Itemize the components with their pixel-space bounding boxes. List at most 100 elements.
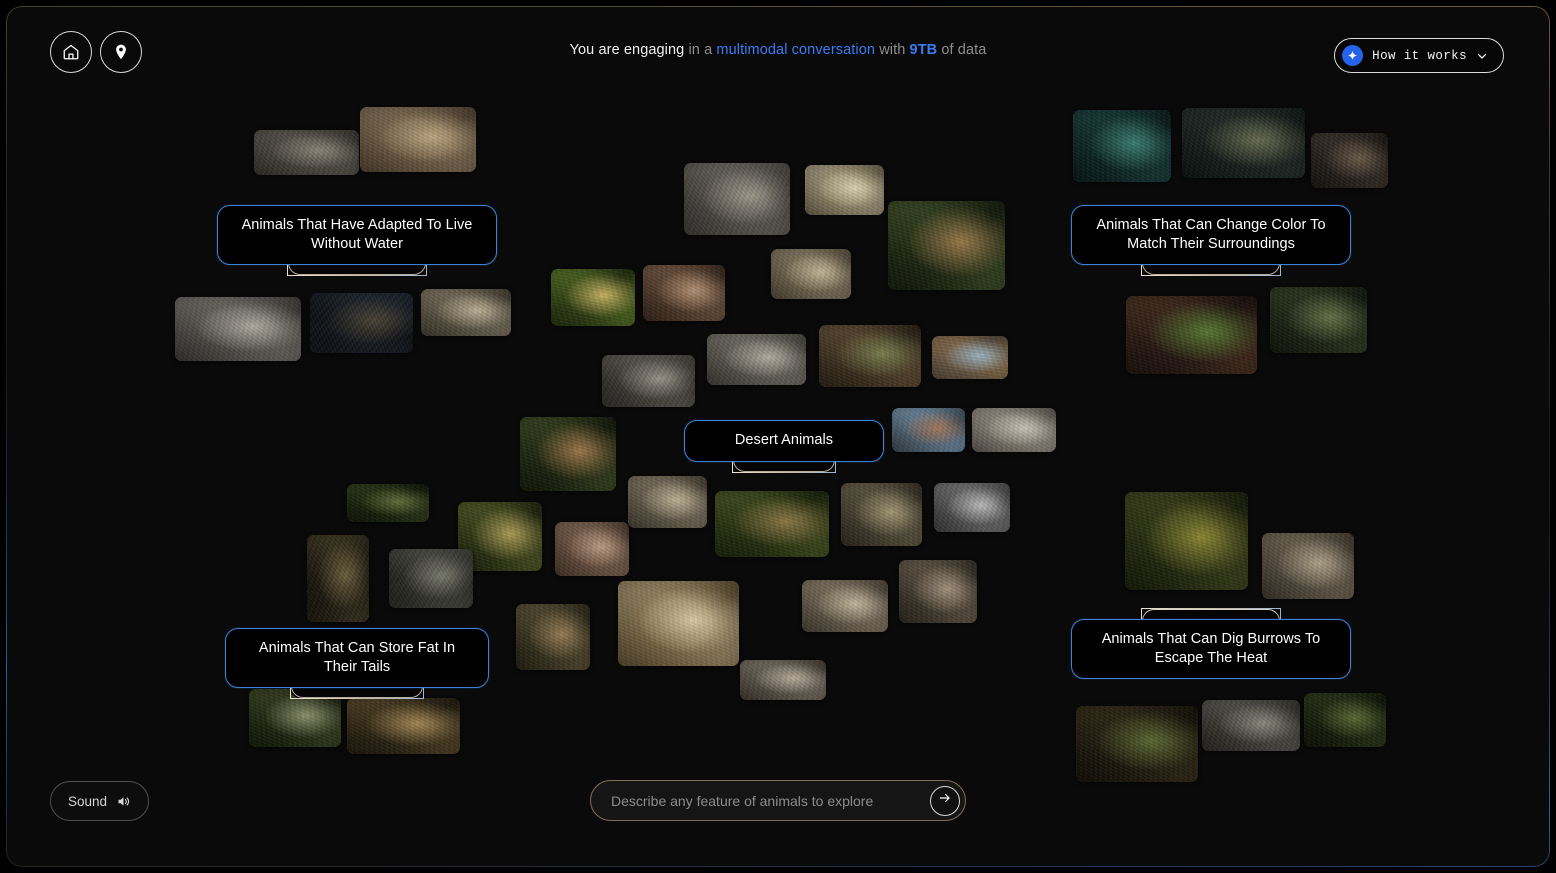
photo-tile-antelope-dusk-horizon[interactable] [310, 293, 413, 353]
photo-tile-fox-standing-field[interactable] [516, 604, 590, 670]
photo-tile-desert-toad-tracks[interactable] [805, 165, 884, 215]
photo-tile-gila-monster[interactable] [643, 265, 725, 321]
photo-tile-tortoise-scrub[interactable] [819, 325, 921, 387]
photo-tile-fat-tailed-sheep[interactable] [347, 698, 460, 754]
photo-vignette [1262, 533, 1354, 599]
photo-tile-snake-in-logs[interactable] [618, 581, 739, 666]
topic-card-wrapper-adapted-without-water: Animals That Have Adapted To Live Withou… [217, 205, 497, 277]
sound-label: Sound [68, 793, 108, 809]
topic-card-adapted-without-water[interactable]: Animals That Have Adapted To Live Withou… [217, 205, 497, 266]
topic-card-wrapper-store-fat-tails: Animals That Can Store Fat In Their Tail… [225, 628, 489, 700]
topic-card-desert-animals[interactable]: Desert Animals [684, 420, 884, 462]
topic-card-store-fat-tails[interactable]: Animals That Can Store Fat In Their Tail… [225, 628, 489, 689]
photo-tile-snake-among-sticks[interactable] [602, 355, 695, 407]
photo-tile-chuckwalla-lizard[interactable] [899, 560, 977, 623]
photo-vignette [684, 163, 790, 235]
photo-vignette [347, 484, 429, 522]
photo-tile-fennec-fox-flowers[interactable] [888, 201, 1005, 290]
photo-vignette [740, 660, 826, 700]
photo-vignette [602, 355, 695, 407]
photo-vignette [972, 408, 1056, 452]
photo-tile-lizard-on-sand[interactable] [740, 660, 826, 700]
photo-vignette [175, 297, 301, 361]
photo-vignette [628, 476, 707, 528]
photo-vignette [360, 107, 476, 172]
photo-vignette [707, 334, 806, 385]
photo-vignette [347, 698, 460, 754]
prompt-bar[interactable] [590, 780, 966, 821]
photo-vignette [771, 249, 851, 299]
topic-card-wrapper-change-color: Animals That Can Change Color To Match T… [1071, 205, 1351, 277]
topic-card-label: Animals That Can Dig Burrows To Escape T… [1101, 631, 1321, 667]
photo-vignette [551, 269, 635, 326]
photo-tile-octopus-on-reef[interactable] [1182, 108, 1305, 178]
photo-tile-monitor-lizard-shore[interactable] [932, 336, 1008, 379]
photo-tile-jerboa-gravel[interactable] [707, 334, 806, 385]
topic-card-dig-burrows[interactable]: Animals That Can Dig Burrows To Escape T… [1071, 619, 1351, 680]
photo-tile-cuttlefish-rocks[interactable] [1311, 133, 1388, 188]
photo-tile-ground-squirrel-sand[interactable] [1262, 533, 1354, 599]
photo-tile-lizard-on-pebbles[interactable] [972, 408, 1056, 452]
photo-vignette [1076, 706, 1198, 782]
speaker-icon [116, 794, 131, 809]
topic-card-label: Desert Animals [734, 432, 834, 449]
photo-tile-chameleon-branch[interactable] [715, 491, 829, 557]
sound-toggle-button[interactable]: Sound [50, 781, 150, 821]
photo-vignette [1304, 693, 1386, 747]
photo-tile-meerkat-standing[interactable] [1304, 693, 1386, 747]
photo-vignette [1311, 133, 1388, 188]
photo-tile-desert-tortoise-gravel[interactable] [254, 130, 359, 175]
photo-tile-bat-over-sand[interactable] [892, 408, 965, 452]
photo-tile-horned-lizard-sand[interactable] [360, 107, 476, 172]
photo-vignette [1126, 296, 1257, 374]
app-frame: Animals That Have Adapted To Live Withou… [6, 6, 1550, 867]
photo-tile-octopus-seagrass[interactable] [1073, 110, 1171, 182]
photo-tile-marmot-in-flowers[interactable] [1125, 492, 1248, 590]
photo-vignette [618, 581, 739, 666]
photo-vignette [892, 408, 965, 452]
topic-card-label: Animals That Can Change Color To Match T… [1096, 217, 1326, 253]
prompt-input[interactable] [611, 781, 930, 820]
photo-vignette [555, 522, 629, 576]
photo-tile-kangaroo-rat-rocks[interactable] [175, 297, 301, 361]
photo-vignette [520, 417, 616, 491]
photo-vignette [389, 549, 473, 608]
topic-card-change-color[interactable]: Animals That Can Change Color To Match T… [1071, 205, 1351, 266]
photo-vignette [888, 201, 1005, 290]
photo-tile-jerboa-dry-brush[interactable] [421, 289, 511, 336]
photo-vignette [841, 483, 922, 546]
topic-card-wrapper-desert-animals: Desert Animals [684, 420, 884, 473]
photo-tile-green-hillside[interactable] [347, 484, 429, 522]
photo-tile-fox-on-dirt[interactable] [555, 522, 629, 576]
photo-tile-rocky-slope-gray[interactable] [389, 549, 473, 608]
photo-vignette [421, 289, 511, 336]
photo-vignette [805, 165, 884, 215]
photo-tile-fox-in-greenery[interactable] [520, 417, 616, 491]
photo-tile-desert-rodent-twigs[interactable] [771, 249, 851, 299]
photo-vignette [899, 560, 977, 623]
photo-tile-chameleon-on-leaves[interactable] [1126, 296, 1257, 374]
topic-card-label: Animals That Can Store Fat In Their Tail… [258, 640, 456, 676]
stage: Animals That Have Adapted To Live Withou… [6, 6, 1550, 867]
photo-vignette [715, 491, 829, 557]
prompt-send-button[interactable] [930, 785, 960, 816]
photo-tile-eggs-in-nest-bw[interactable] [934, 483, 1010, 532]
photo-vignette [1073, 110, 1171, 182]
photo-vignette [643, 265, 725, 321]
arrow-right-circle-icon [938, 791, 952, 810]
photo-tile-spiny-lizard-leaves[interactable] [551, 269, 635, 326]
photo-tile-horned-lizard-pebbles[interactable] [684, 163, 790, 235]
photo-vignette [1125, 492, 1248, 590]
photo-tile-green-lizard-blur[interactable] [1270, 287, 1367, 353]
photo-tile-gecko-on-rock[interactable] [802, 580, 888, 632]
photo-vignette [934, 483, 1010, 532]
topic-card-label: Animals That Have Adapted To Live Withou… [241, 217, 473, 253]
photo-tile-desert-rodent-brush[interactable] [628, 476, 707, 528]
photo-vignette [310, 293, 413, 353]
photo-tile-tortoise-walking[interactable] [841, 483, 922, 546]
photo-tile-rabbit-in-grass[interactable] [1076, 706, 1198, 782]
topic-card-wrapper-dig-burrows: Animals That Can Dig Burrows To Escape T… [1071, 608, 1351, 680]
photo-tile-prairie-dog-burrow[interactable] [1202, 700, 1300, 751]
photo-tile-brown-animal-hillside[interactable] [307, 535, 369, 622]
photo-vignette [802, 580, 888, 632]
